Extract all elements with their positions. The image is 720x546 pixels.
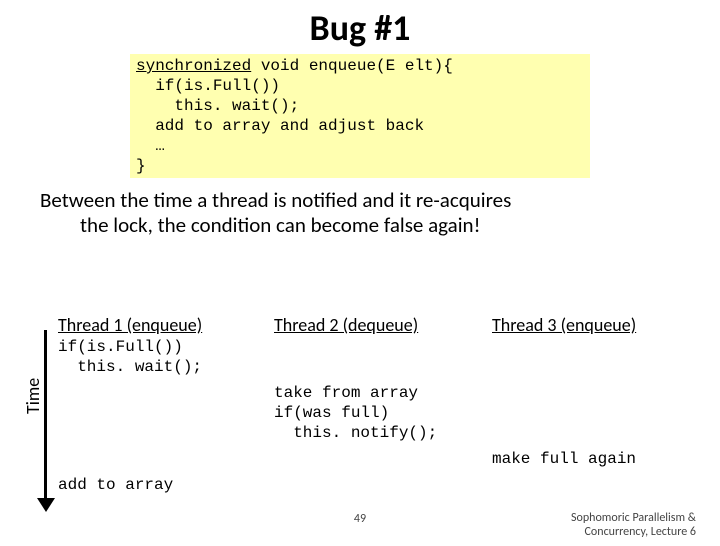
thread-grid: Thread 1 (enqueue) Thread 2 (dequeue) Th… (58, 314, 710, 495)
page-number: 49 (354, 512, 366, 526)
slide-title: Bug #1 (0, 6, 720, 50)
thread-row-4: add to array (58, 475, 710, 495)
thread-2-step-1 (274, 337, 474, 377)
explain-line-1: Between the time a thread is notified an… (40, 188, 680, 213)
thread-3-step-4 (492, 475, 690, 495)
footer-right-2: Concurrency, Lecture 6 (585, 525, 696, 539)
thread-1-step-2 (58, 383, 256, 443)
time-axis: Time (26, 326, 54, 526)
code-line-1b: void enqueue(E elt){ (251, 57, 453, 75)
code-line-5: … (136, 137, 165, 155)
explain-line-2: the lock, the condition can become false… (80, 213, 680, 238)
arrow-line (44, 330, 47, 504)
arrow-down-icon (37, 498, 55, 512)
footer-right: Sophomoric Parallelism & Concurrency, Le… (571, 512, 696, 540)
keyword-synchronized: synchronized (136, 57, 251, 75)
code-line-2: if(is.Full()) (136, 77, 280, 95)
thread-3-step-1 (492, 337, 690, 377)
code-block: synchronized void enqueue(E elt){ if(is.… (130, 54, 590, 178)
code-line-6: } (136, 157, 146, 175)
thread-2-step-3 (274, 449, 474, 469)
code-line-3: this. wait(); (136, 97, 299, 115)
thread-3-header: Thread 3 (enqueue) (492, 314, 690, 337)
thread-2-step-4 (274, 475, 474, 495)
thread-row-2: take from array if(was full) this. notif… (58, 383, 710, 443)
thread-row-3: make full again (58, 449, 710, 469)
thread-header-row: Thread 1 (enqueue) Thread 2 (dequeue) Th… (58, 314, 710, 337)
code-line-4: add to array and adjust back (136, 117, 424, 135)
footer-right-1: Sophomoric Parallelism & (571, 511, 696, 525)
thread-3-step-2 (492, 383, 690, 443)
thread-1-header: Thread 1 (enqueue) (58, 314, 256, 337)
slide-footer: 49 Sophomoric Parallelism & Concurrency,… (0, 512, 720, 540)
thread-row-1: if(is.Full()) this. wait(); (58, 337, 710, 377)
thread-1-step-4: add to array (58, 475, 256, 495)
explanation-text: Between the time a thread is notified an… (40, 188, 680, 238)
thread-3-step-3: make full again (492, 449, 690, 469)
thread-1-step-1: if(is.Full()) this. wait(); (58, 337, 256, 377)
time-label: Time (22, 378, 44, 414)
thread-2-header: Thread 2 (dequeue) (274, 314, 474, 337)
thread-1-step-3 (58, 449, 256, 469)
thread-2-step-2: take from array if(was full) this. notif… (274, 383, 474, 443)
